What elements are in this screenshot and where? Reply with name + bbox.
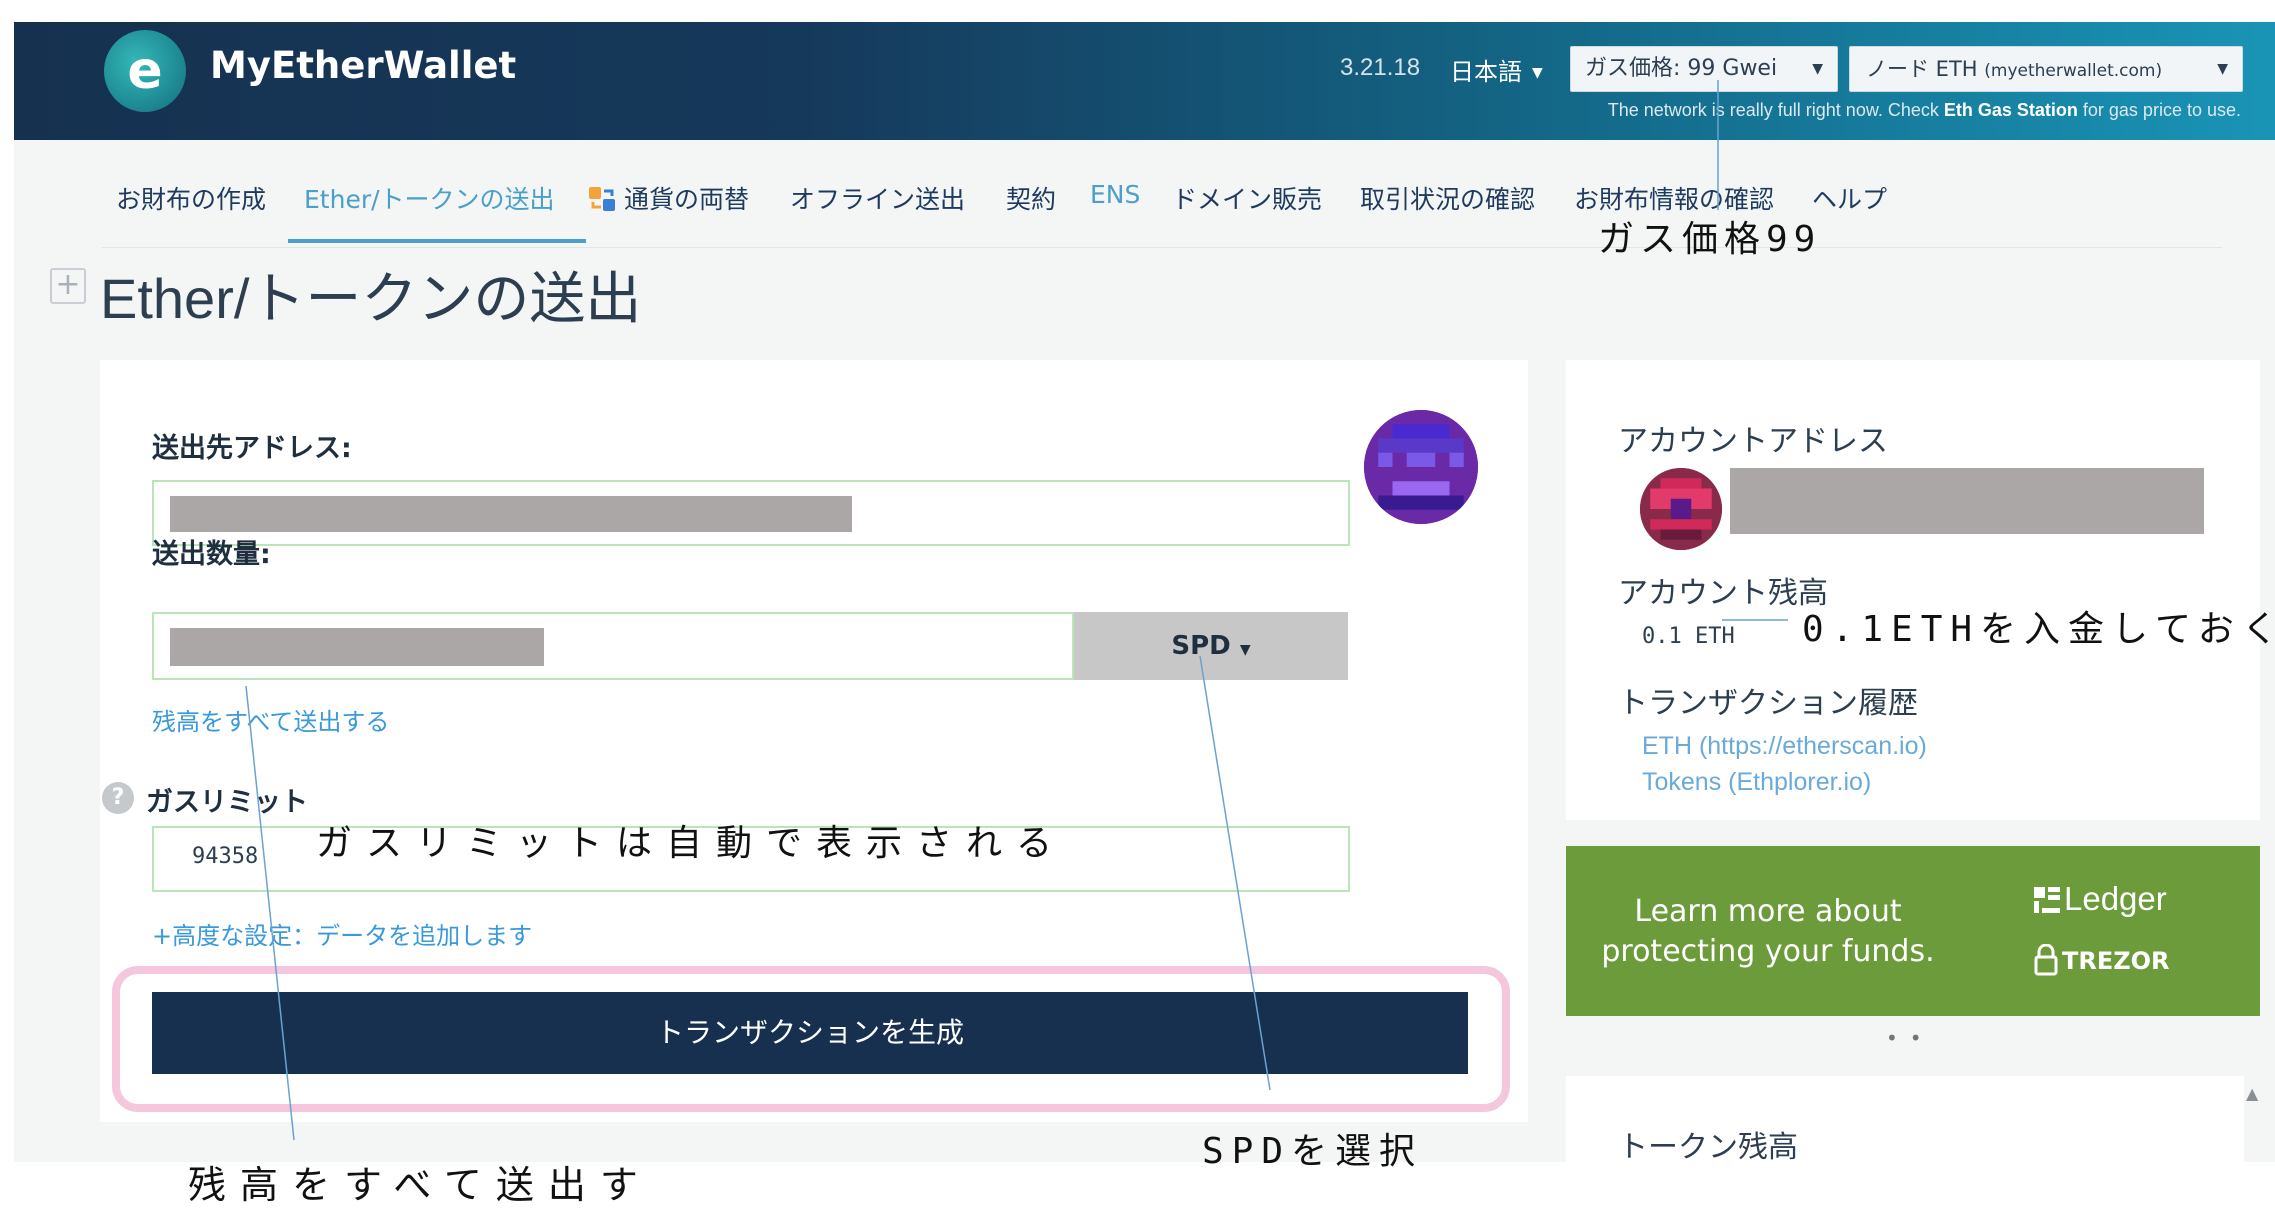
nav-item-ens[interactable]: ENS	[1090, 180, 1140, 209]
amount-input[interactable]	[152, 612, 1074, 680]
active-tab-indicator	[288, 239, 586, 243]
app-window: e MyEtherWallet 3.21.18 日本語 ▼ ガス価格: 99 Gw…	[14, 22, 2275, 1162]
to-address-label: 送出先アドレス:	[152, 433, 352, 464]
mew-logo-icon[interactable]: e	[104, 30, 186, 112]
nav-item-tx-status[interactable]: 取引状況の確認	[1360, 180, 1535, 216]
annotation-gas-price: ガス価格99	[1598, 219, 1822, 260]
nav-item-swap[interactable]: 通貨の両替	[588, 180, 749, 216]
identicon-pattern	[1364, 410, 1478, 524]
generate-transaction-button[interactable]: トランザクションを生成	[152, 992, 1468, 1074]
eth-gas-station-link[interactable]: Eth Gas Station	[1944, 100, 2078, 120]
gas-price-label: ガス価格: 99 Gwei	[1585, 56, 1778, 81]
tx-history-heading: トランザクション履歴	[1618, 686, 1918, 721]
gas-price-dropdown[interactable]: ガス価格: 99 Gwei ▼	[1570, 46, 1838, 92]
redacted-address	[170, 496, 852, 532]
ledger-logo: Ledger	[2034, 880, 2167, 918]
recipient-identicon	[1364, 410, 1478, 524]
main-nav: お財布の作成 Ether/トークンの送出 通貨の両替 オフライン送出 契約 EN…	[14, 140, 2275, 248]
language-label: 日本語	[1450, 58, 1522, 86]
account-address-heading: アカウントアドレス	[1618, 424, 1888, 459]
amount-label: 送出数量:	[152, 539, 271, 570]
carousel-dots[interactable]: ••	[1886, 1026, 1934, 1050]
node-label: ノード ETH	[1866, 57, 1978, 81]
help-icon[interactable]: ?	[102, 782, 134, 814]
lock-icon	[2034, 943, 2058, 976]
gas-limit-value: 94358	[192, 844, 259, 869]
node-host: (myetherwallet.com)	[1984, 61, 2163, 81]
nav-item-domain-sale[interactable]: ドメイン販売	[1172, 180, 1322, 216]
gas-limit-label: ガスリミット	[146, 787, 308, 818]
chevron-down-icon: ▼	[1239, 642, 1251, 658]
send-form-card: 送出先アドレス: 送出数量: SPD ▼ 残高をすべて送出する ? ガスリミット…	[100, 360, 1528, 1122]
version-label: 3.21.18	[1340, 54, 1421, 81]
account-panel: アカウントアドレス アカウント残高 0.1 ETH トランザクション履歴 ETH…	[1566, 360, 2260, 820]
ethplorer-link[interactable]: Tokens (Ethplorer.io)	[1642, 768, 1871, 797]
account-balance-value: 0.1 ETH	[1642, 624, 1735, 649]
swap-icon	[589, 187, 615, 211]
annotation-gas-limit: ガスリミットは自動で表示される	[316, 823, 1067, 864]
annotation-send-all: 残高をすべて送出す	[188, 1163, 652, 1207]
network-notice: The network is really full right now. Ch…	[1607, 100, 2241, 120]
token-balance-card: トークン残高	[1566, 1076, 2244, 1162]
nav-item-contracts[interactable]: 契約	[1006, 180, 1056, 216]
identicon-pattern	[1640, 468, 1722, 550]
chevron-down-icon: ▼	[1532, 65, 1543, 81]
nav-item-create-wallet[interactable]: お財布の作成	[116, 180, 266, 216]
send-entire-balance-link[interactable]: 残高をすべて送出する	[152, 702, 389, 737]
unit-label: SPD	[1171, 631, 1231, 661]
chevron-down-icon: ▼	[2217, 61, 2228, 77]
unit-dropdown[interactable]: SPD ▼	[1074, 612, 1348, 680]
nav-item-offline[interactable]: オフライン送出	[790, 180, 965, 216]
redacted-account-address	[1730, 468, 2204, 534]
token-balance-heading: トークン残高	[1618, 1130, 1798, 1162]
annotation-deposit: 0.1ETHを入金しておく	[1802, 609, 2275, 650]
trezor-logo: TREZOR	[2034, 943, 2170, 976]
account-identicon	[1640, 468, 1722, 550]
brand-name[interactable]: MyEtherWallet	[210, 44, 516, 87]
hardware-wallet-promo[interactable]: Learn more about protecting your funds. …	[1566, 846, 2260, 1016]
header-bar: e MyEtherWallet 3.21.18 日本語 ▼ ガス価格: 99 Gw…	[14, 22, 2275, 140]
ledger-icon	[2034, 887, 2060, 913]
to-address-input[interactable]	[152, 480, 1350, 546]
node-dropdown[interactable]: ノード ETH (myetherwallet.com) ▼	[1849, 46, 2243, 92]
nav-item-help[interactable]: ヘルプ	[1812, 180, 1887, 216]
account-balance-heading: アカウント残高	[1618, 576, 1828, 611]
scroll-up-icon[interactable]: ▲	[2246, 1084, 2258, 1103]
promo-text: Learn more about protecting your funds.	[1601, 894, 1935, 969]
nav-item-swap-label: 通貨の両替	[624, 185, 750, 214]
page-title: Ether/トークンの送出	[100, 267, 642, 332]
nav-divider	[102, 247, 2222, 248]
chevron-down-icon: ▼	[1812, 61, 1823, 77]
advanced-settings-link[interactable]: +高度な設定：データを追加します	[152, 916, 532, 951]
expand-toggle[interactable]: +	[50, 268, 86, 304]
nav-item-send[interactable]: Ether/トークンの送出	[304, 180, 555, 216]
etherscan-link[interactable]: ETH (https://etherscan.io)	[1642, 732, 1927, 761]
annotation-select-spd: SPDを選択	[1202, 1131, 1424, 1172]
redacted-amount	[170, 628, 544, 666]
language-dropdown[interactable]: 日本語 ▼	[1450, 52, 1543, 87]
